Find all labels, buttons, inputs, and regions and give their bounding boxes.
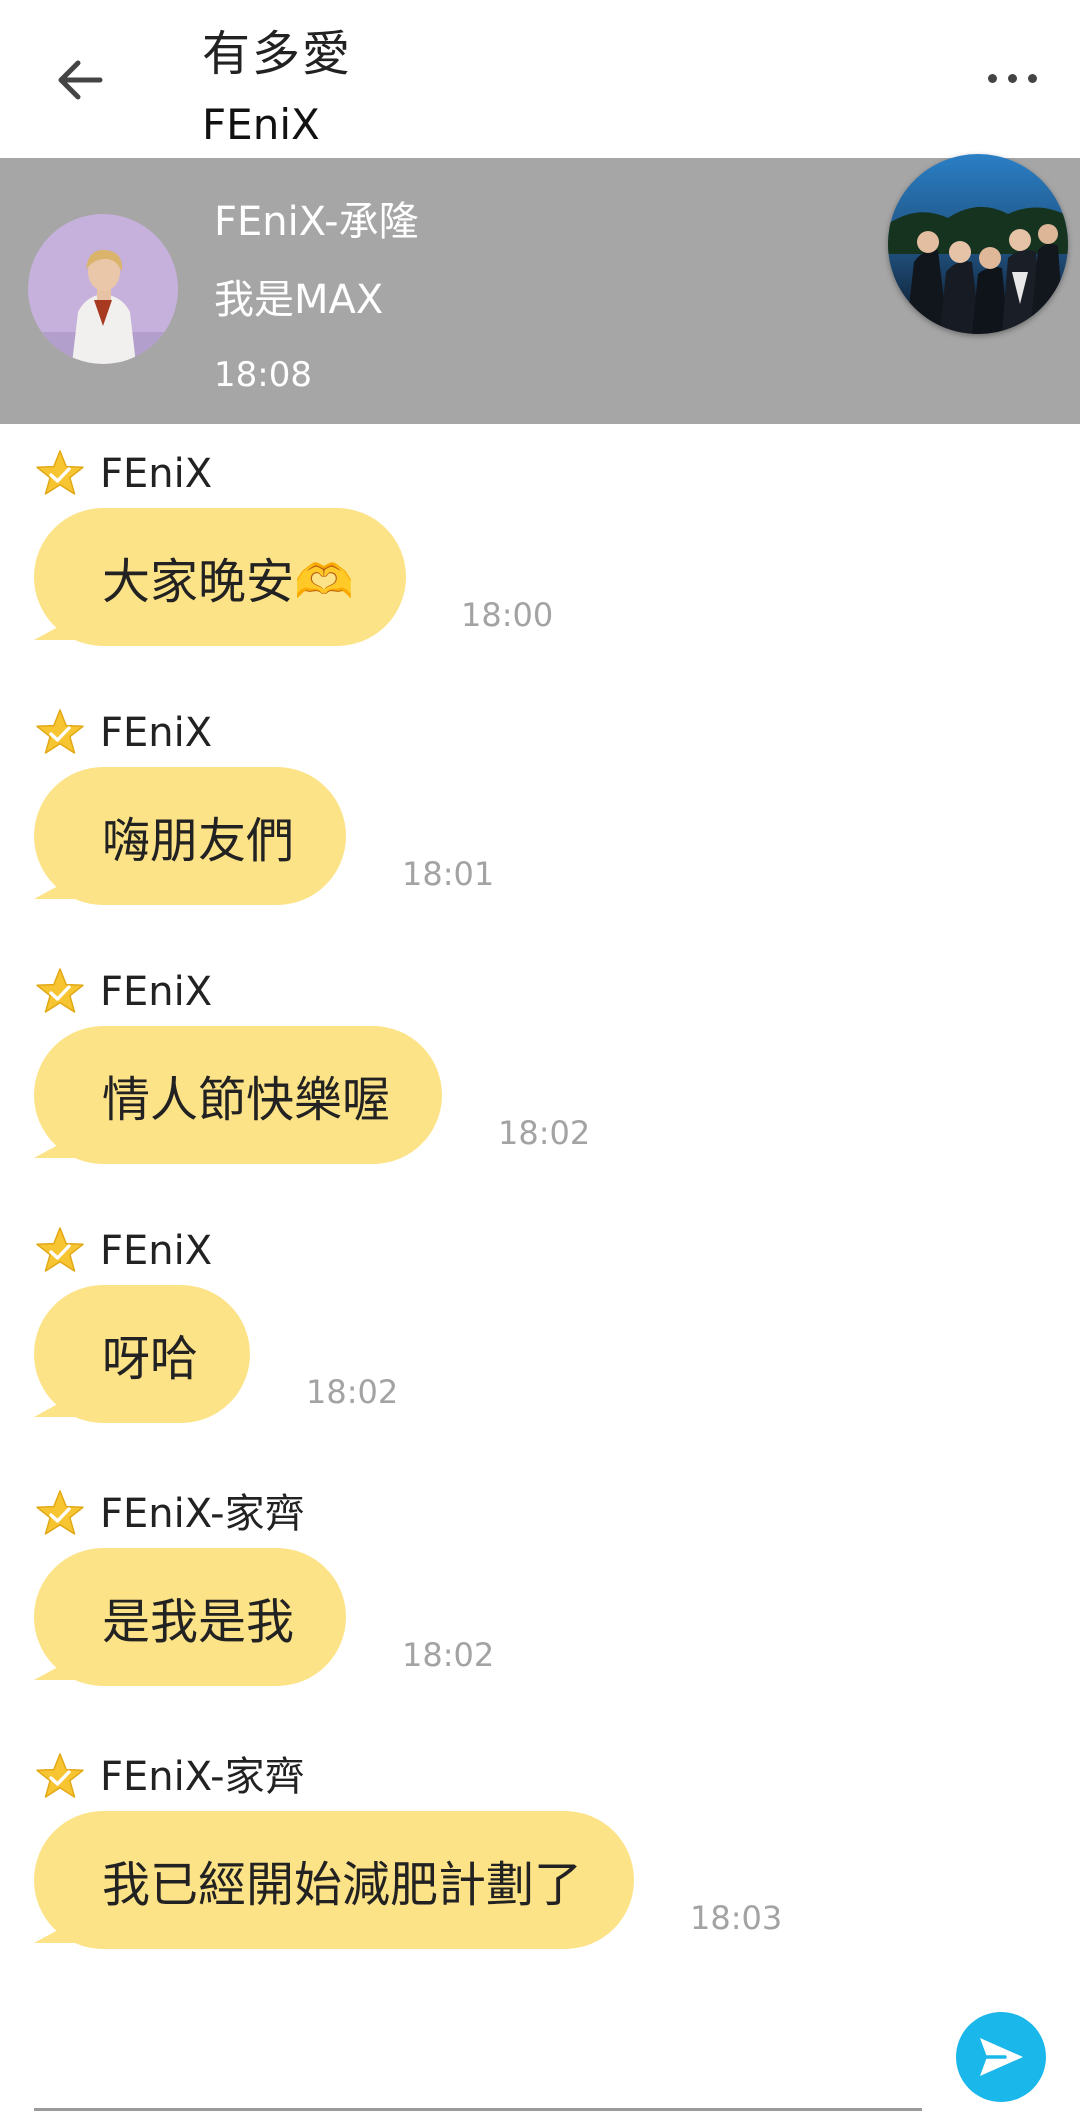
verified-star-icon [36,1490,84,1535]
message-bubble-wrap: 是我是我 [34,1548,347,1688]
message-bubble-wrap: 大家晚安🫶 [33,508,406,648]
message-time: 18:02 [306,1373,399,1411]
message-sender: FEniX [34,1223,212,1279]
sender-name: FEniX-家齊 [100,1491,305,1537]
message-item: FEniX 嗨朋友們 18:01 [0,705,1080,935]
send-button[interactable] [956,2012,1046,2102]
message-input[interactable] [34,2030,918,2102]
input-underline [34,2108,922,2111]
message-time: 18:03 [690,1899,783,1937]
message-sender: FEniX [34,964,212,1020]
message-bubble[interactable]: 大家晚安🫶 [33,508,406,646]
message-time: 18:01 [402,855,495,893]
message-time: 18:00 [461,596,554,634]
message-sender: FEniX [34,705,212,761]
sender-name: FEniX [100,969,213,1015]
pinned-time: 18:08 [214,355,312,395]
member-avatar[interactable] [28,214,178,364]
group-avatar-image [888,154,1068,334]
sender-name: FEniX [100,1228,213,1274]
verified-star-icon [36,709,84,754]
message-item: FEniX 大家晚安🫶 18:00 [0,446,1080,676]
message-bubble-wrap: 情人節快樂喔 [34,1026,443,1166]
app-header: 有多愛 FEniX [0,0,1080,158]
message-sender: FEniX [34,446,212,502]
message-item: FEniX 呀哈 18:02 [0,1223,1080,1453]
chat-subtitle: FEniX [202,100,320,149]
verified-star-icon [36,450,84,495]
arrow-left-icon [58,60,103,100]
member-avatar-image [28,214,178,364]
message-bubble[interactable]: 情人節快樂喔 [34,1026,443,1164]
sender-name: FEniX [100,451,213,497]
pinned-message-banner[interactable]: FEniX-承隆 我是MAX 18:08 [0,154,1080,424]
more-horizontal-icon [987,73,997,83]
sender-name: FEniX [100,710,213,756]
sender-name: FEniX-家齊 [100,1754,305,1800]
group-avatar[interactable] [888,154,1068,334]
pinned-message-text: 我是MAX [214,277,384,323]
message-item: FEniX-家齊 我已經開始減肥計劃了 18:03 [0,1749,1080,1979]
chat-screen: 有多愛 FEniX FEniX-承隆 我是MAX 18:08 FEniX 大家晚… [0,0,1080,2125]
message-time: 18:02 [498,1114,591,1152]
pinned-sender: FEniX-承隆 [214,199,419,245]
message-sender: FEniX-家齊 [34,1486,305,1542]
message-bubble-wrap: 我已經開始減肥計劃了 [34,1811,635,1951]
send-icon [980,2038,1023,2076]
message-bubble[interactable]: 呀哈 [34,1285,251,1423]
message-bubble-wrap: 呀哈 [34,1285,251,1425]
message-bubble[interactable]: 我已經開始減肥計劃了 [34,1811,635,1949]
message-sender: FEniX-家齊 [34,1749,305,1805]
verified-star-icon [36,1753,84,1798]
verified-star-icon [36,1227,84,1272]
back-button[interactable] [40,40,120,120]
message-bubble[interactable]: 嗨朋友們 [34,767,347,905]
chat-title: 有多愛 [202,26,353,82]
message-time: 18:02 [402,1636,495,1674]
more-options-button[interactable] [972,50,1052,106]
message-item: FEniX-家齊 是我是我 18:02 [0,1486,1080,1716]
message-bubble[interactable]: 是我是我 [34,1548,347,1686]
more-horizontal-icon [1027,73,1037,83]
message-bubble-wrap: 嗨朋友們 [34,767,347,907]
verified-star-icon [36,968,84,1013]
message-item: FEniX 情人節快樂喔 18:02 [0,964,1080,1194]
more-horizontal-icon [1007,73,1017,83]
